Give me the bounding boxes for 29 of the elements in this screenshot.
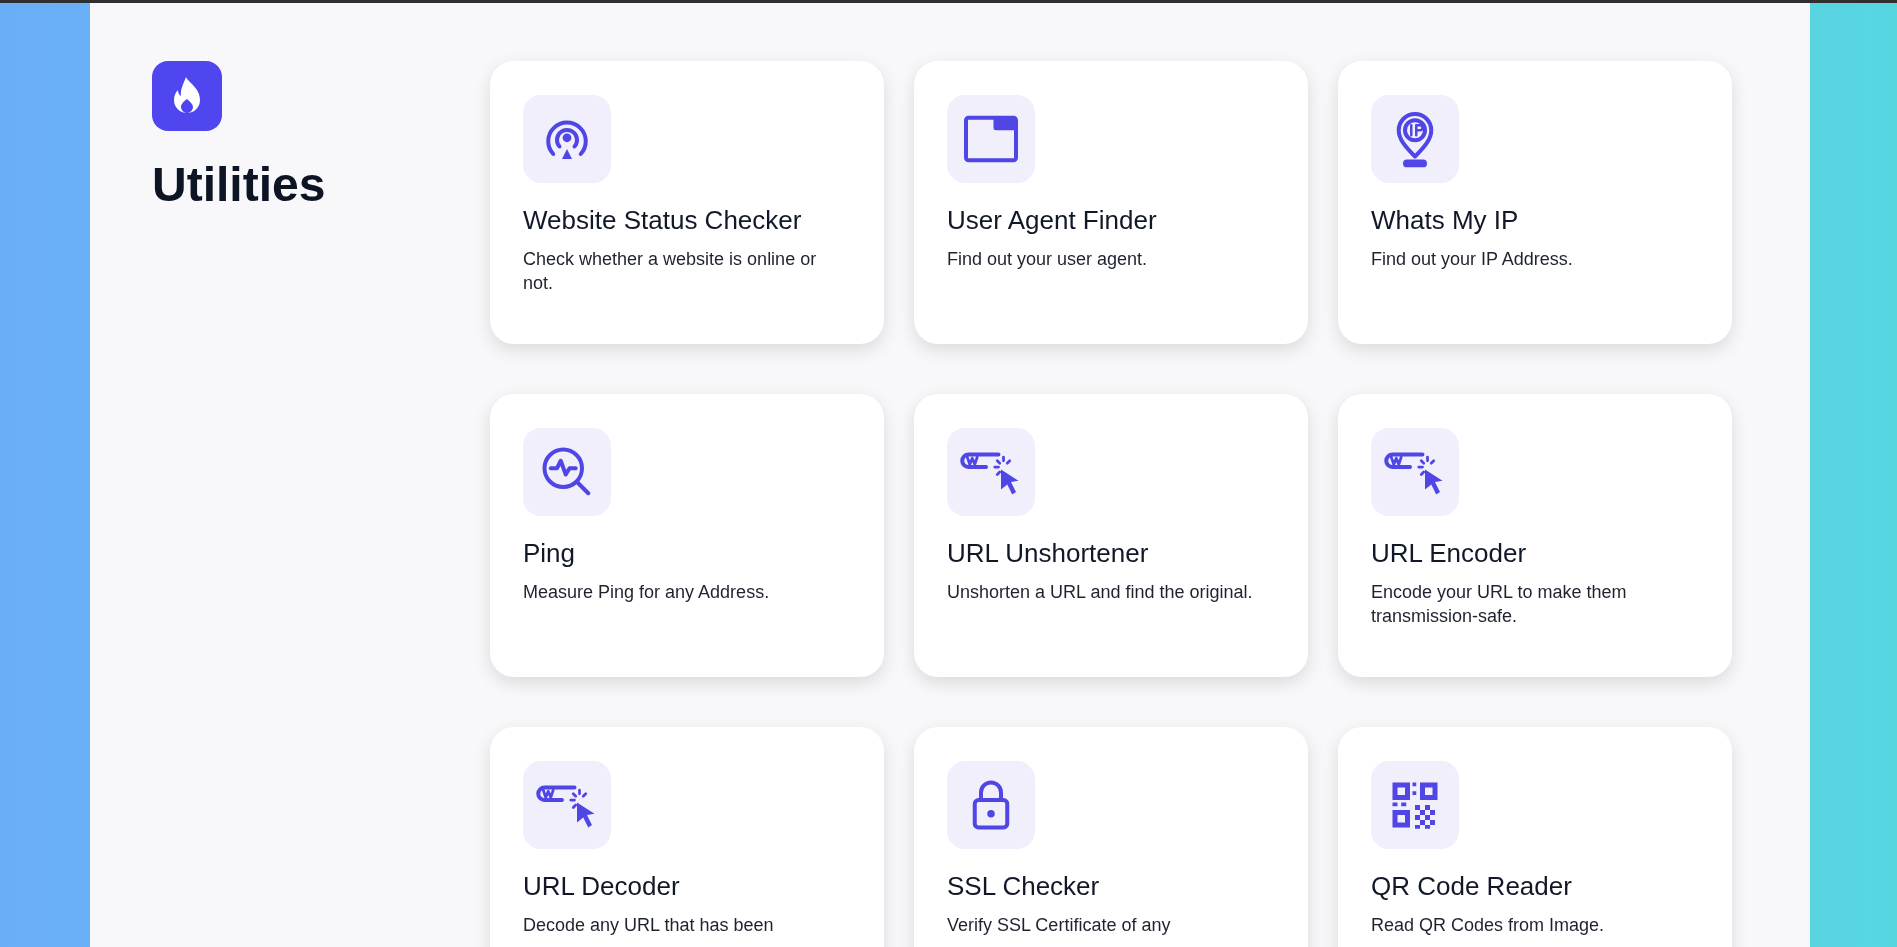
tool-title: URL Encoder <box>1371 538 1528 568</box>
tool-description: Find out your user agent. <box>947 248 1149 271</box>
tool-description: Read QR Codes from Image. <box>1371 914 1606 937</box>
page-title: Utilities <box>152 161 327 209</box>
tool-title: URL Decoder <box>523 871 681 901</box>
tool-title: URL Unshortener <box>947 538 1150 568</box>
tool-description: Verify SSL Certificate of any <box>947 914 1172 937</box>
tool-card[interactable]: Ping Measure Ping for any Address. <box>490 394 884 677</box>
tool-description: Measure Ping for any Address. <box>523 581 771 604</box>
tool-title: Website Status Checker <box>523 205 803 235</box>
tool-title: Whats My IP <box>1371 205 1520 235</box>
tool-card[interactable]: URL Encoder Encode your URL to make them transmission-safe. <box>1338 394 1732 677</box>
tool-title: QR Code Reader <box>1371 871 1573 901</box>
tool-card[interactable]: QR Code Reader Read QR Codes from Image. <box>1338 727 1732 947</box>
tool-description: Check whether a website is online or not. <box>523 248 818 295</box>
tool-title: Ping <box>523 538 577 568</box>
tool-card[interactable]: Website Status Checker Check whether a website is online or not. <box>490 61 884 344</box>
tool-description: Decode any URL that has been <box>523 914 775 937</box>
tool-card[interactable]: Whats My IP Find out your IP Address. <box>1338 61 1732 344</box>
tool-description: Unshorten a URL and find the original. <box>947 581 1254 604</box>
flame-icon <box>172 77 202 115</box>
tool-description: Find out your IP Address. <box>1371 248 1574 271</box>
tool-card[interactable]: URL Unshortener Unshorten a URL and find the original. <box>914 394 1308 677</box>
tool-title: User Agent Finder <box>947 205 1158 235</box>
tool-card[interactable]: User Agent Finder Find out your user agent. <box>914 61 1308 344</box>
tool-card[interactable]: URL Decoder Decode any URL that has been <box>490 727 884 947</box>
tool-description: Encode your URL to make them transmission-safe. <box>1371 581 1628 628</box>
tool-card[interactable]: SSL Checker Verify SSL Certificate of any <box>914 727 1308 947</box>
tool-title: SSL Checker <box>947 871 1101 901</box>
